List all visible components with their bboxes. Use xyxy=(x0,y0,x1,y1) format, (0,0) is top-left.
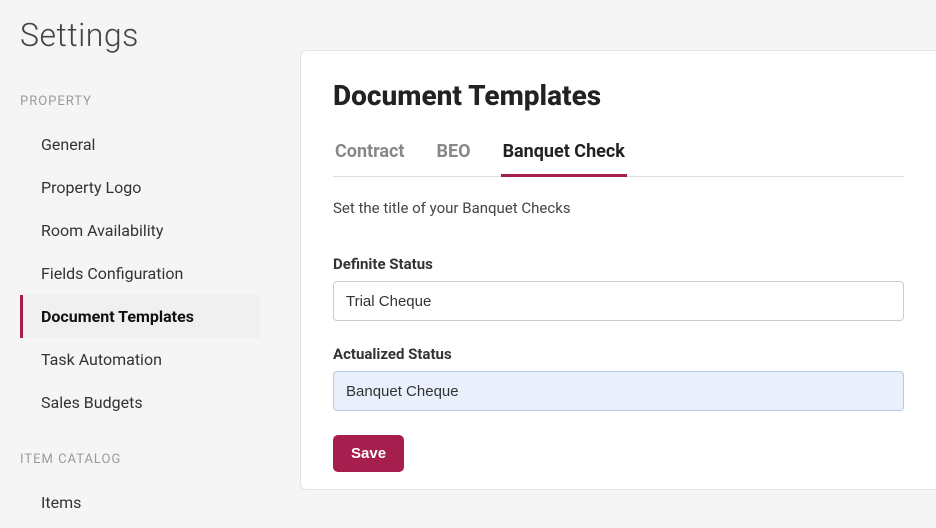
panel-title: Document Templates xyxy=(333,79,904,112)
document-templates-panel: Document Templates Contract BEO Banquet … xyxy=(300,50,936,490)
helper-text: Set the title of your Banquet Checks xyxy=(333,199,904,217)
sidebar-list-item-catalog: Items xyxy=(20,481,300,524)
sidebar-item-room-availability[interactable]: Room Availability xyxy=(20,209,260,252)
definite-status-label: Definite Status xyxy=(333,255,904,273)
sidebar-list-property: General Property Logo Room Availability … xyxy=(20,123,300,424)
sidebar-item-document-templates[interactable]: Document Templates xyxy=(20,295,260,338)
save-button[interactable]: Save xyxy=(333,435,404,472)
sidebar-section-item-catalog: ITEM CATALOG xyxy=(20,452,300,467)
actualized-status-label: Actualized Status xyxy=(333,345,904,363)
tab-banquet-check[interactable]: Banquet Check xyxy=(501,133,627,177)
field-definite-status: Definite Status xyxy=(333,255,904,321)
sidebar-item-items[interactable]: Items xyxy=(20,481,260,524)
sidebar-item-general[interactable]: General xyxy=(20,123,260,166)
definite-status-input[interactable] xyxy=(333,281,904,321)
sidebar-item-sales-budgets[interactable]: Sales Budgets xyxy=(20,381,260,424)
field-actualized-status: Actualized Status xyxy=(333,345,904,411)
page-title: Settings xyxy=(20,16,300,54)
tab-contract[interactable]: Contract xyxy=(333,133,407,177)
actualized-status-input[interactable] xyxy=(333,371,904,411)
tab-beo[interactable]: BEO xyxy=(435,133,473,177)
sidebar-item-task-automation[interactable]: Task Automation xyxy=(20,338,260,381)
main-content: Document Templates Contract BEO Banquet … xyxy=(300,0,936,528)
panel-tabs: Contract BEO Banquet Check xyxy=(333,132,904,177)
sidebar-section-property: PROPERTY xyxy=(20,94,300,109)
sidebar-item-property-logo[interactable]: Property Logo xyxy=(20,166,260,209)
sidebar-item-fields-configuration[interactable]: Fields Configuration xyxy=(20,252,260,295)
settings-sidebar: Settings PROPERTY General Property Logo … xyxy=(0,0,300,528)
